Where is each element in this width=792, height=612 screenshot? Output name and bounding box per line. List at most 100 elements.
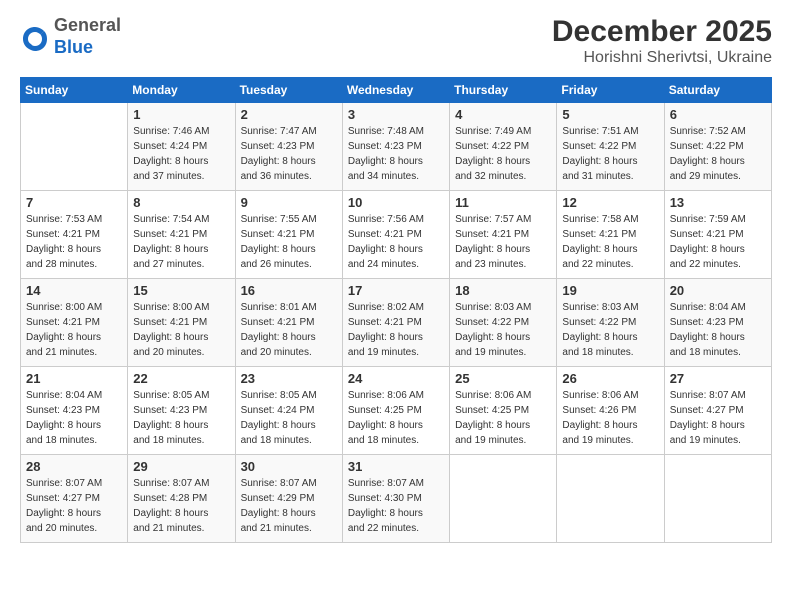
calendar-cell: 27 Sunrise: 8:07 AMSunset: 4:27 PMDayligh… xyxy=(664,367,771,455)
day-info: Sunrise: 7:51 AMSunset: 4:22 PMDaylight:… xyxy=(562,124,658,184)
logo: General Blue xyxy=(20,15,121,58)
calendar-cell: 22Sunrise: 8:05 AMSunset: 4:23 PMDayligh… xyxy=(128,367,235,455)
day-number: 19 xyxy=(562,283,658,298)
logo-blue-text: Blue xyxy=(54,37,93,57)
calendar-cell xyxy=(664,455,771,543)
day-number: 18 xyxy=(455,283,551,298)
day-info: Sunrise: 8:03 AMSunset: 4:22 PMDaylight:… xyxy=(562,300,658,360)
logo-text: General Blue xyxy=(54,15,121,58)
calendar-dow-saturday: Saturday xyxy=(664,78,771,103)
day-info: Sunrise: 8:07 AMSunset: 4:28 PMDaylight:… xyxy=(133,476,229,536)
day-info: Sunrise: 8:06 AMSunset: 4:25 PMDaylight:… xyxy=(455,388,551,448)
day-number: 22 xyxy=(133,371,229,386)
calendar-dow-thursday: Thursday xyxy=(450,78,557,103)
day-info: Sunrise: 7:48 AMSunset: 4:23 PMDaylight:… xyxy=(348,124,444,184)
day-info: Sunrise: 8:07 AMSunset: 4:30 PMDaylight:… xyxy=(348,476,444,536)
day-info: Sunrise: 7:53 AMSunset: 4:21 PMDaylight:… xyxy=(26,212,122,272)
day-number: 30 xyxy=(241,459,337,474)
day-number: 2 xyxy=(241,107,337,122)
day-number: 29 xyxy=(133,459,229,474)
calendar-cell: 9 Sunrise: 7:55 AMSunset: 4:21 PMDaylight… xyxy=(235,191,342,279)
day-info: Sunrise: 8:06 AMSunset: 4:25 PMDaylight:… xyxy=(348,388,444,448)
logo-general-text: General xyxy=(54,15,121,35)
page: General Blue December 2025 Horishni Sher… xyxy=(0,0,792,612)
day-info: Sunrise: 8:05 AMSunset: 4:24 PMDaylight:… xyxy=(241,388,337,448)
calendar-week-3: 14Sunrise: 8:00 AMSunset: 4:21 PMDayligh… xyxy=(21,279,772,367)
day-number: 17 xyxy=(348,283,444,298)
calendar-header-row: SundayMondayTuesdayWednesdayThursdayFrid… xyxy=(21,78,772,103)
calendar-cell: 24 Sunrise: 8:06 AMSunset: 4:25 PMDayligh… xyxy=(342,367,449,455)
day-info: Sunrise: 8:06 AMSunset: 4:26 PMDaylight:… xyxy=(562,388,658,448)
day-info: Sunrise: 8:07 AMSunset: 4:27 PMDaylight:… xyxy=(26,476,122,536)
day-number: 26 xyxy=(562,371,658,386)
day-info: Sunrise: 8:04 AMSunset: 4:23 PMDaylight:… xyxy=(670,300,766,360)
day-number: 8 xyxy=(133,195,229,210)
day-number: 11 xyxy=(455,195,551,210)
day-info: Sunrise: 7:49 AMSunset: 4:22 PMDaylight:… xyxy=(455,124,551,184)
title-block: December 2025 Horishni Sherivtsi, Ukrain… xyxy=(552,15,772,67)
calendar-cell: 14Sunrise: 8:00 AMSunset: 4:21 PMDayligh… xyxy=(21,279,128,367)
day-number: 13 xyxy=(670,195,766,210)
day-info: Sunrise: 7:46 AMSunset: 4:24 PMDaylight:… xyxy=(133,124,229,184)
calendar-week-1: 1 Sunrise: 7:46 AMSunset: 4:24 PMDaylight… xyxy=(21,103,772,191)
day-number: 15 xyxy=(133,283,229,298)
calendar-cell: 10Sunrise: 7:56 AMSunset: 4:21 PMDayligh… xyxy=(342,191,449,279)
calendar-cell: 5 Sunrise: 7:51 AMSunset: 4:22 PMDaylight… xyxy=(557,103,664,191)
day-info: Sunrise: 7:55 AMSunset: 4:21 PMDaylight:… xyxy=(241,212,337,272)
calendar-title: December 2025 xyxy=(552,15,772,49)
calendar-cell: 29 Sunrise: 8:07 AMSunset: 4:28 PMDayligh… xyxy=(128,455,235,543)
calendar-cell: 25 Sunrise: 8:06 AMSunset: 4:25 PMDayligh… xyxy=(450,367,557,455)
calendar-week-4: 21 Sunrise: 8:04 AMSunset: 4:23 PMDayligh… xyxy=(21,367,772,455)
day-info: Sunrise: 7:57 AMSunset: 4:21 PMDaylight:… xyxy=(455,212,551,272)
day-number: 24 xyxy=(348,371,444,386)
day-info: Sunrise: 7:58 AMSunset: 4:21 PMDaylight:… xyxy=(562,212,658,272)
calendar-cell: 21 Sunrise: 8:04 AMSunset: 4:23 PMDayligh… xyxy=(21,367,128,455)
calendar-cell: 7 Sunrise: 7:53 AMSunset: 4:21 PMDaylight… xyxy=(21,191,128,279)
calendar-dow-tuesday: Tuesday xyxy=(235,78,342,103)
calendar-dow-sunday: Sunday xyxy=(21,78,128,103)
calendar-dow-monday: Monday xyxy=(128,78,235,103)
calendar-cell: 20 Sunrise: 8:04 AMSunset: 4:23 PMDayligh… xyxy=(664,279,771,367)
logo-icon xyxy=(20,22,50,52)
day-number: 1 xyxy=(133,107,229,122)
calendar-subtitle: Horishni Sherivtsi, Ukraine xyxy=(552,49,772,67)
calendar-cell xyxy=(21,103,128,191)
day-number: 23 xyxy=(241,371,337,386)
day-info: Sunrise: 7:52 AMSunset: 4:22 PMDaylight:… xyxy=(670,124,766,184)
calendar-cell: 31 Sunrise: 8:07 AMSunset: 4:30 PMDayligh… xyxy=(342,455,449,543)
day-number: 4 xyxy=(455,107,551,122)
day-info: Sunrise: 8:03 AMSunset: 4:22 PMDaylight:… xyxy=(455,300,551,360)
day-number: 21 xyxy=(26,371,122,386)
calendar-cell: 17 Sunrise: 8:02 AMSunset: 4:21 PMDayligh… xyxy=(342,279,449,367)
calendar-cell: 30Sunrise: 8:07 AMSunset: 4:29 PMDayligh… xyxy=(235,455,342,543)
calendar-cell: 4 Sunrise: 7:49 AMSunset: 4:22 PMDaylight… xyxy=(450,103,557,191)
day-number: 27 xyxy=(670,371,766,386)
day-info: Sunrise: 8:07 AMSunset: 4:27 PMDaylight:… xyxy=(670,388,766,448)
calendar-week-2: 7 Sunrise: 7:53 AMSunset: 4:21 PMDaylight… xyxy=(21,191,772,279)
calendar-dow-friday: Friday xyxy=(557,78,664,103)
calendar-cell: 26 Sunrise: 8:06 AMSunset: 4:26 PMDayligh… xyxy=(557,367,664,455)
calendar-cell: 8Sunrise: 7:54 AMSunset: 4:21 PMDaylight… xyxy=(128,191,235,279)
day-info: Sunrise: 8:04 AMSunset: 4:23 PMDaylight:… xyxy=(26,388,122,448)
day-number: 6 xyxy=(670,107,766,122)
calendar-table: SundayMondayTuesdayWednesdayThursdayFrid… xyxy=(20,77,772,543)
day-number: 31 xyxy=(348,459,444,474)
calendar-cell: 16Sunrise: 8:01 AMSunset: 4:21 PMDayligh… xyxy=(235,279,342,367)
day-info: Sunrise: 8:02 AMSunset: 4:21 PMDaylight:… xyxy=(348,300,444,360)
day-number: 9 xyxy=(241,195,337,210)
day-info: Sunrise: 8:01 AMSunset: 4:21 PMDaylight:… xyxy=(241,300,337,360)
calendar-cell: 28 Sunrise: 8:07 AMSunset: 4:27 PMDayligh… xyxy=(21,455,128,543)
calendar-cell: 3 Sunrise: 7:48 AMSunset: 4:23 PMDaylight… xyxy=(342,103,449,191)
day-number: 25 xyxy=(455,371,551,386)
day-number: 3 xyxy=(348,107,444,122)
calendar-cell: 13 Sunrise: 7:59 AMSunset: 4:21 PMDayligh… xyxy=(664,191,771,279)
day-number: 20 xyxy=(670,283,766,298)
calendar-cell xyxy=(450,455,557,543)
day-number: 28 xyxy=(26,459,122,474)
day-number: 14 xyxy=(26,283,122,298)
calendar-cell: 15Sunrise: 8:00 AMSunset: 4:21 PMDayligh… xyxy=(128,279,235,367)
header: General Blue December 2025 Horishni Sher… xyxy=(20,15,772,67)
day-number: 5 xyxy=(562,107,658,122)
day-info: Sunrise: 7:59 AMSunset: 4:21 PMDaylight:… xyxy=(670,212,766,272)
day-number: 7 xyxy=(26,195,122,210)
